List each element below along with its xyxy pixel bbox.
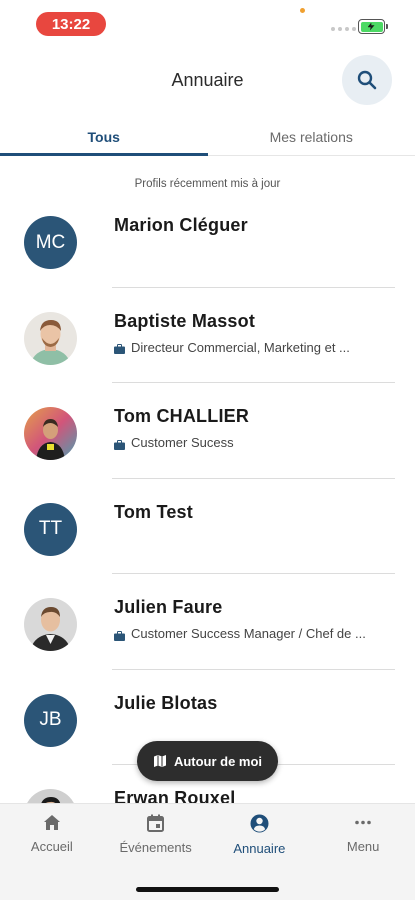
home-indicator bbox=[136, 887, 279, 892]
signal-icon bbox=[331, 27, 356, 31]
profile-name: Julie Blotas bbox=[114, 692, 218, 713]
profile-job-label: Directeur Commercial, Marketing et ... bbox=[131, 339, 350, 355]
profile-name: Marion Cléguer bbox=[114, 215, 248, 235]
map-icon bbox=[153, 755, 166, 767]
list-item[interactable]: Baptiste Massot Directeur Commercial, Ma… bbox=[0, 288, 415, 383]
nav-accueil[interactable]: Accueil bbox=[0, 804, 104, 868]
avatar: TT bbox=[24, 502, 77, 556]
nav-annuaire-label: Annuaire bbox=[233, 841, 286, 856]
nav-evenements-label: Événements bbox=[119, 840, 192, 855]
list-item[interactable]: Julien Faure Customer Success Manager / … bbox=[0, 574, 415, 670]
briefcase-icon bbox=[114, 438, 125, 450]
status-time: 13:22 bbox=[36, 12, 106, 36]
briefcase-icon bbox=[114, 342, 125, 354]
search-button[interactable] bbox=[342, 55, 392, 105]
around-me-label: Autour de moi bbox=[173, 753, 263, 769]
avatar bbox=[24, 789, 77, 803]
list-item[interactable]: MC Marion Cléguer bbox=[0, 192, 415, 288]
calendar-icon bbox=[147, 814, 165, 832]
tab-bar: Tous Mes relations bbox=[0, 120, 415, 156]
nav-accueil-label: Accueil bbox=[30, 839, 73, 854]
privacy-indicator-dot bbox=[300, 8, 305, 13]
profile-job-label: Customer Sucess bbox=[131, 435, 234, 450]
avatar bbox=[24, 407, 77, 460]
nav-annuaire[interactable]: Annuaire bbox=[208, 804, 312, 868]
profile-name: Julien Faure bbox=[114, 597, 223, 617]
profile-name: Baptiste Massot bbox=[114, 310, 256, 331]
search-icon bbox=[357, 70, 377, 90]
profile-job-label: Customer Success Manager / Chef de ... bbox=[131, 626, 366, 641]
around-me-button[interactable]: Autour de moi bbox=[137, 741, 278, 781]
status-bar: 13:22 bbox=[0, 0, 415, 50]
more-icon bbox=[355, 820, 371, 825]
nav-menu-label: Menu bbox=[346, 839, 380, 854]
tab-tous[interactable]: Tous bbox=[0, 120, 208, 156]
nav-evenements[interactable]: Événements bbox=[104, 804, 208, 868]
home-icon bbox=[43, 815, 60, 830]
list-item[interactable]: Tom CHALLIER Customer Sucess bbox=[0, 383, 415, 479]
profile-name: Tom CHALLIER bbox=[114, 406, 250, 426]
briefcase-icon bbox=[114, 629, 125, 641]
recent-profiles-caption: Profils récemment mis à jour bbox=[134, 178, 281, 190]
profile-job: Directeur Commercial, Marketing et ... bbox=[114, 340, 350, 355]
profile-name: Erwan Rouxel bbox=[114, 788, 236, 803]
avatar: MC bbox=[24, 216, 77, 269]
avatar bbox=[24, 311, 77, 365]
profile-name: Tom Test bbox=[114, 501, 193, 522]
profile-list: MC Marion Cléguer Baptiste Massot Direct… bbox=[0, 192, 415, 803]
bottom-navigation: Accueil Événements Annuaire Menu bbox=[0, 803, 415, 900]
list-item[interactable]: TT Tom Test bbox=[0, 479, 415, 574]
avatar: JB bbox=[24, 693, 77, 747]
profile-job: Customer Success Manager / Chef de ... bbox=[114, 626, 366, 641]
avatar bbox=[24, 598, 77, 651]
profile-job: Customer Sucess bbox=[114, 435, 234, 450]
nav-menu[interactable]: Menu bbox=[311, 804, 415, 868]
account-circle-icon bbox=[250, 814, 269, 833]
tab-mes-relations[interactable]: Mes relations bbox=[208, 120, 415, 155]
battery-icon bbox=[358, 19, 388, 34]
